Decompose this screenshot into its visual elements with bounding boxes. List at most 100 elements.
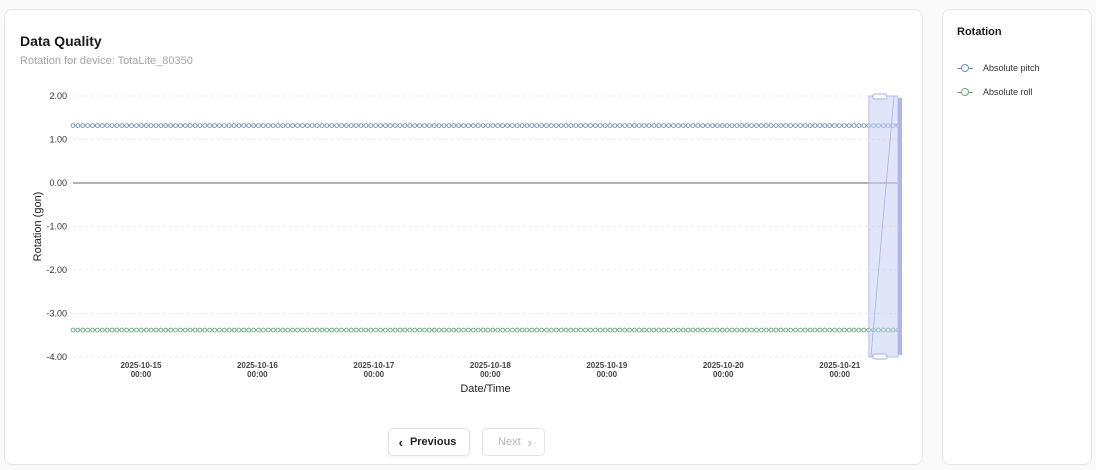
data-point[interactable] — [827, 327, 833, 333]
data-point[interactable] — [495, 327, 501, 333]
data-point[interactable] — [841, 327, 847, 333]
data-point[interactable] — [397, 327, 403, 333]
previous-button[interactable]: ‹ Previous — [388, 428, 470, 456]
data-point[interactable] — [466, 327, 471, 333]
data-point[interactable] — [583, 327, 588, 333]
data-point[interactable] — [573, 327, 579, 333]
data-point[interactable] — [617, 123, 623, 128]
data-point[interactable] — [129, 327, 134, 333]
data-point[interactable] — [80, 123, 86, 128]
data-point[interactable] — [568, 327, 574, 333]
data-point[interactable] — [754, 327, 759, 333]
data-point[interactable] — [256, 123, 261, 128]
data-point[interactable] — [344, 327, 349, 333]
data-point[interactable] — [300, 327, 305, 333]
data-point[interactable] — [241, 123, 247, 128]
data-point[interactable] — [138, 123, 144, 128]
data-point[interactable] — [490, 327, 496, 333]
data-point[interactable] — [778, 123, 784, 128]
data-point[interactable] — [856, 327, 862, 333]
data-point[interactable] — [646, 123, 652, 128]
data-point[interactable] — [422, 327, 427, 333]
data-point[interactable] — [270, 327, 276, 333]
data-point[interactable] — [329, 327, 335, 333]
data-point[interactable] — [807, 123, 813, 128]
data-point[interactable] — [431, 327, 437, 333]
data-point[interactable] — [363, 123, 369, 128]
data-point[interactable] — [856, 123, 862, 128]
data-point[interactable] — [348, 123, 354, 128]
data-point[interactable] — [197, 327, 203, 333]
data-point[interactable] — [666, 123, 671, 128]
data-point[interactable] — [461, 123, 466, 128]
data-point[interactable] — [558, 123, 564, 128]
data-point[interactable] — [583, 123, 588, 128]
data-point[interactable] — [710, 123, 715, 128]
data-point[interactable] — [221, 123, 227, 128]
data-point[interactable] — [226, 123, 232, 128]
data-point[interactable] — [719, 327, 725, 333]
data-point[interactable] — [578, 123, 584, 128]
data-point[interactable] — [441, 327, 447, 333]
data-point[interactable] — [178, 123, 183, 128]
data-point[interactable] — [817, 327, 823, 333]
data-point[interactable] — [695, 123, 701, 128]
data-point[interactable] — [275, 327, 281, 333]
data-point[interactable] — [812, 327, 818, 333]
data-point[interactable] — [285, 327, 291, 333]
data-point[interactable] — [524, 327, 530, 333]
data-point[interactable] — [431, 123, 437, 128]
data-point[interactable] — [261, 327, 266, 333]
data-point[interactable] — [700, 327, 706, 333]
data-point[interactable] — [617, 327, 623, 333]
data-point[interactable] — [402, 327, 408, 333]
data-point[interactable] — [827, 123, 833, 128]
data-point[interactable] — [358, 327, 364, 333]
data-point[interactable] — [319, 123, 325, 128]
data-point[interactable] — [685, 327, 691, 333]
data-point[interactable] — [763, 327, 769, 333]
data-point[interactable] — [846, 327, 852, 333]
next-button[interactable]: Next › — [482, 428, 545, 456]
data-point[interactable] — [197, 123, 203, 128]
data-point[interactable] — [568, 123, 574, 128]
data-point[interactable] — [739, 327, 745, 333]
data-point[interactable] — [441, 123, 447, 128]
data-point[interactable] — [138, 327, 144, 333]
data-point[interactable] — [383, 123, 388, 128]
data-point[interactable] — [314, 327, 320, 333]
data-point[interactable] — [622, 327, 627, 333]
data-point[interactable] — [749, 123, 754, 128]
data-point[interactable] — [495, 123, 501, 128]
data-point[interactable] — [729, 123, 735, 128]
data-point[interactable] — [822, 327, 828, 333]
data-point[interactable] — [251, 123, 256, 128]
data-point[interactable] — [261, 123, 266, 128]
data-point[interactable] — [353, 327, 359, 333]
data-point[interactable] — [597, 123, 603, 128]
data-point[interactable] — [680, 123, 686, 128]
data-point[interactable] — [544, 123, 549, 128]
data-point[interactable] — [744, 327, 750, 333]
data-point[interactable] — [212, 123, 217, 128]
data-point[interactable] — [153, 327, 159, 333]
data-point[interactable] — [99, 327, 105, 333]
data-point[interactable] — [666, 327, 671, 333]
data-point[interactable] — [119, 327, 125, 333]
data-point[interactable] — [134, 123, 139, 128]
data-point[interactable] — [592, 123, 598, 128]
data-point[interactable] — [636, 327, 642, 333]
data-point[interactable] — [217, 123, 222, 128]
data-point[interactable] — [265, 123, 271, 128]
data-point[interactable] — [466, 123, 471, 128]
data-point[interactable] — [231, 327, 237, 333]
data-point[interactable] — [788, 327, 793, 333]
data-point[interactable] — [270, 123, 276, 128]
data-point[interactable] — [773, 327, 779, 333]
data-point[interactable] — [578, 327, 584, 333]
data-point[interactable] — [719, 123, 725, 128]
data-point[interactable] — [236, 327, 242, 333]
data-point[interactable] — [651, 123, 657, 128]
data-point[interactable] — [632, 327, 637, 333]
data-point[interactable] — [373, 327, 379, 333]
